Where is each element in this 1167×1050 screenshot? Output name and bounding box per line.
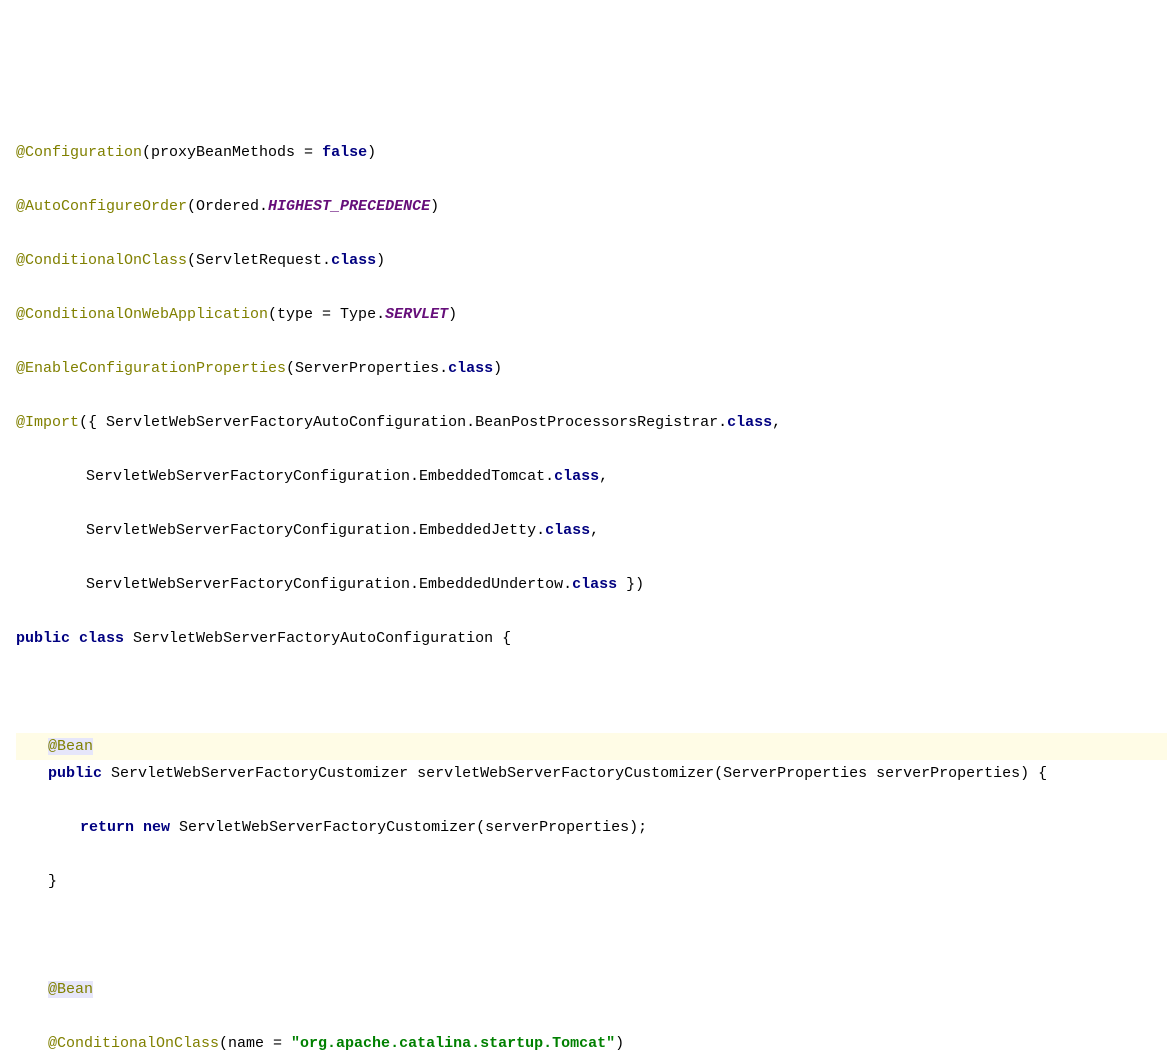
- code-line: @ConditionalOnWebApplication(type = Type…: [16, 301, 1167, 328]
- annotation: @Import: [16, 414, 79, 431]
- annotation: @Configuration: [16, 144, 142, 161]
- code-line: ServletWebServerFactoryConfiguration.Emb…: [16, 517, 1167, 544]
- code-line: }: [16, 868, 1167, 895]
- annotation: @AutoConfigureOrder: [16, 198, 187, 215]
- code-line: public class ServletWebServerFactoryAuto…: [16, 625, 1167, 652]
- annotation: @EnableConfigurationProperties: [16, 360, 286, 377]
- static-constant: SERVLET: [385, 306, 448, 323]
- code-line: [16, 679, 1167, 706]
- code-editor[interactable]: @Configuration(proxyBeanMethods = false)…: [0, 112, 1167, 1050]
- code-line: @Import({ ServletWebServerFactoryAutoCon…: [16, 409, 1167, 436]
- annotation-bean: @Bean: [48, 981, 93, 998]
- annotation: @ConditionalOnClass: [48, 1035, 219, 1050]
- code-line: [16, 922, 1167, 949]
- code-line: @Configuration(proxyBeanMethods = false): [16, 139, 1167, 166]
- static-constant: HIGHEST_PRECEDENCE: [268, 198, 430, 215]
- code-line-highlighted: @Bean: [16, 733, 1167, 760]
- code-line: @ConditionalOnClass(name = "org.apache.c…: [16, 1030, 1167, 1050]
- code-line: public ServletWebServerFactoryCustomizer…: [16, 760, 1167, 787]
- code-line: @EnableConfigurationProperties(ServerPro…: [16, 355, 1167, 382]
- annotation-bean: @Bean: [48, 738, 93, 755]
- code-line: ServletWebServerFactoryConfiguration.Emb…: [16, 571, 1167, 598]
- code-line: ServletWebServerFactoryConfiguration.Emb…: [16, 463, 1167, 490]
- code-line: return new ServletWebServerFactoryCustom…: [16, 814, 1167, 841]
- annotation: @ConditionalOnClass: [16, 252, 187, 269]
- code-line: @Bean: [16, 976, 1167, 1003]
- annotation: @ConditionalOnWebApplication: [16, 306, 268, 323]
- code-line: @ConditionalOnClass(ServletRequest.class…: [16, 247, 1167, 274]
- string-literal: "org.apache.catalina.startup.Tomcat": [291, 1035, 615, 1050]
- code-line: @AutoConfigureOrder(Ordered.HIGHEST_PREC…: [16, 193, 1167, 220]
